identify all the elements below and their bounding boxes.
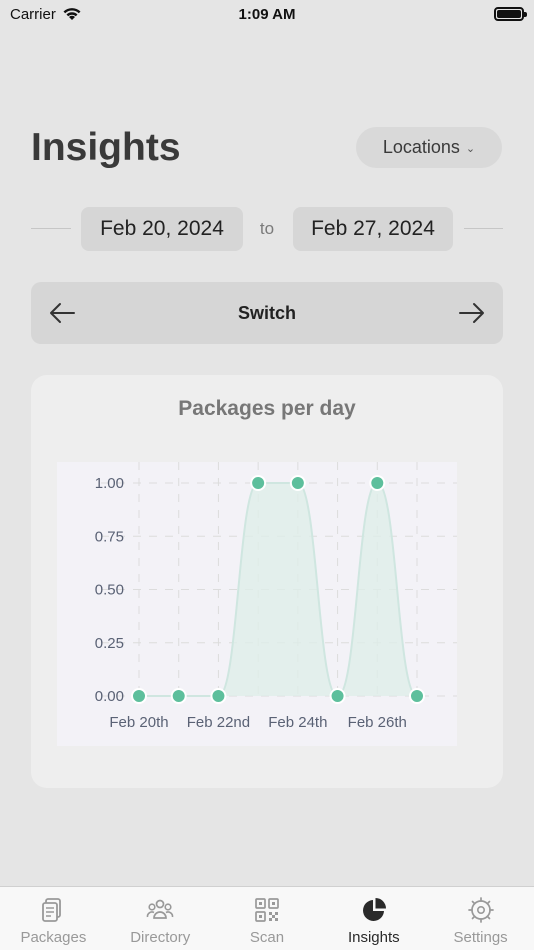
previous-button[interactable] [47, 298, 77, 328]
tab-label: Insights [347, 929, 400, 946]
arrow-left-icon [50, 303, 75, 323]
start-date-picker[interactable]: Feb 20, 2024 [81, 207, 243, 251]
tab-packages[interactable]: Packages [0, 887, 107, 950]
y-tick-label: 0.75 [95, 528, 124, 545]
data-point [210, 688, 227, 704]
tab-scan[interactable]: Scan [214, 887, 321, 950]
chart-card: Packages per day 0.00 0.25 0.50 0.75 1.00 Feb… [31, 375, 503, 788]
data-point [250, 475, 267, 491]
data-point [329, 688, 346, 704]
date-divider-left [31, 228, 71, 229]
tab-label: Scan [249, 929, 285, 946]
series-area [139, 483, 417, 696]
chart-area: 0.00 0.25 0.50 0.75 1.00 Feb 20th Feb 22nd Feb … [57, 462, 457, 746]
status-left: Carrier [10, 6, 82, 23]
data-point [289, 475, 306, 491]
locations-label: Locations [382, 137, 460, 157]
page-title: Insights [31, 126, 181, 169]
gear-icon [467, 897, 494, 923]
y-tick-label: 0.00 [95, 688, 124, 705]
data-point [170, 688, 187, 704]
battery-icon [494, 7, 527, 21]
arrow-right-icon [458, 303, 484, 323]
tab-bar: Packages Directory Scan Insights Setting… [0, 886, 534, 950]
x-tick-label: Feb 26th [348, 714, 407, 731]
status-bar: Carrier 1:09 AM [0, 0, 534, 28]
pie-chart-icon [362, 898, 386, 921]
data-point [409, 688, 425, 704]
x-tick-label: Feb 24th [268, 714, 327, 731]
switch-bar: Switch [31, 282, 503, 344]
carrier-label: Carrier [10, 5, 56, 23]
tab-label: Directory [130, 929, 191, 946]
people-icon [146, 899, 174, 919]
next-button[interactable] [457, 298, 487, 328]
tab-label: Settings [453, 929, 508, 946]
date-divider-right [464, 228, 503, 229]
tab-label: Packages [20, 929, 87, 946]
tab-directory[interactable]: Directory [107, 887, 214, 950]
x-tick-label: Feb 20th [109, 714, 168, 731]
chart-title: Packages per day [178, 397, 356, 420]
packages-area-chart: 0.00 0.25 0.50 0.75 1.00 Feb 20th Feb 22nd Feb … [95, 462, 457, 731]
y-tick-label: 1.00 [95, 475, 124, 492]
end-date-picker[interactable]: Feb 27, 2024 [293, 207, 453, 251]
x-tick-label: Feb 22nd [187, 714, 250, 731]
data-point [131, 688, 147, 704]
date-separator: to [259, 219, 275, 238]
data-point [369, 475, 386, 491]
wifi-icon [63, 8, 81, 20]
qr-code-icon [255, 898, 279, 922]
y-tick-label: 0.50 [95, 582, 124, 599]
locations-dropdown-button[interactable]: Locations ⌄ [356, 127, 502, 168]
switch-label[interactable]: Switch [238, 303, 296, 324]
packages-icon [42, 898, 62, 922]
tab-insights[interactable]: Insights [320, 887, 427, 950]
chevron-down-icon: ⌄ [465, 143, 476, 155]
y-tick-label: 0.25 [95, 635, 124, 652]
tab-settings[interactable]: Settings [427, 887, 534, 950]
